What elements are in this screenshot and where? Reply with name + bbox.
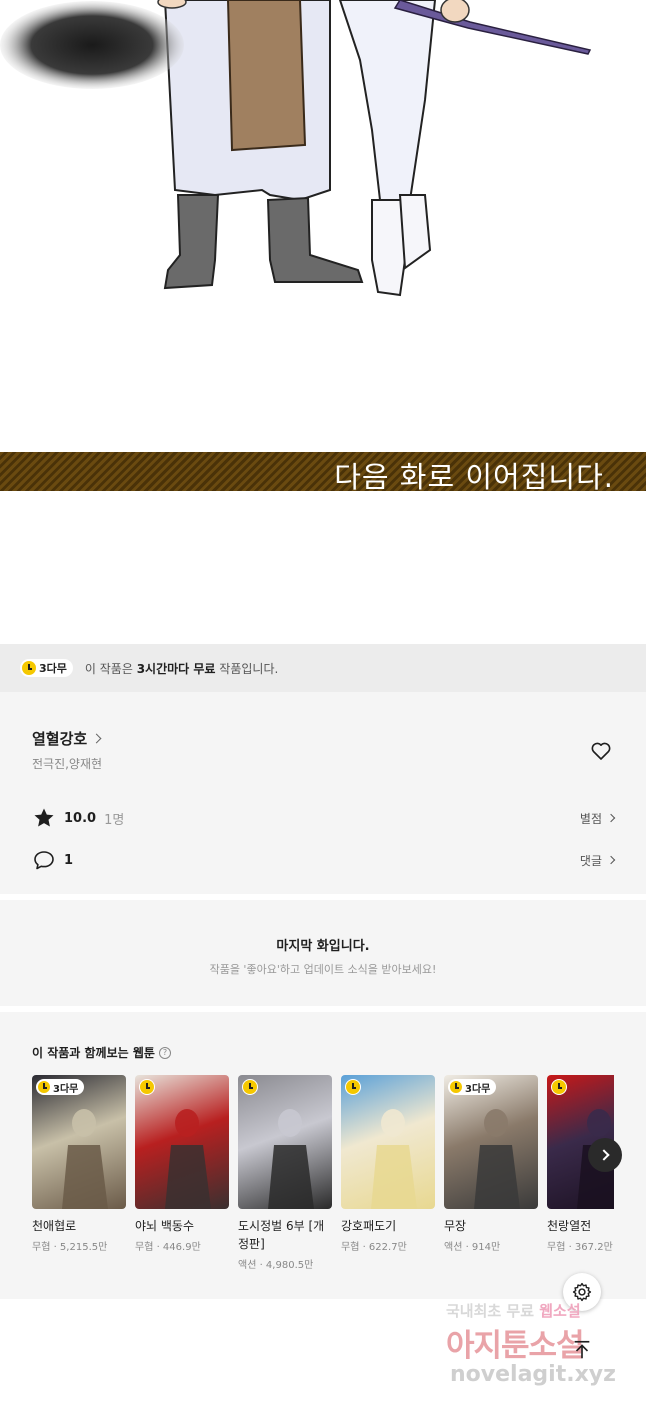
- free-text-bold: 3시간마다 무료: [136, 661, 216, 676]
- last-episode-subtitle: 작품을 '좋아요'하고 업데이트 소식을 받아보세요!: [209, 963, 437, 976]
- free-badge: 3다무: [36, 1079, 85, 1095]
- clock-badge: [139, 1079, 155, 1095]
- recommendation-title: 무장: [444, 1219, 467, 1233]
- comment-row: 1 댓글: [32, 848, 616, 872]
- recommendation-thumbnail: [341, 1075, 435, 1209]
- series-authors: 전극진,양재현: [32, 757, 103, 771]
- clock-icon: [22, 661, 36, 675]
- recommendation-card[interactable]: 3다무천애협로무협 · 5,215.5만: [32, 1075, 126, 1253]
- rating-count: 1명: [104, 812, 125, 828]
- clock-icon: [243, 1080, 257, 1094]
- chevron-right-icon: [606, 855, 616, 865]
- recommendation-card[interactable]: 야뇌 백동수무협 · 446.9만: [135, 1075, 229, 1253]
- recommendation-thumbnail: [238, 1075, 332, 1209]
- comment-count: 1: [64, 852, 74, 868]
- watermark-line1-gray: 국내최초 무료: [446, 1302, 540, 1320]
- thumbnail-figure: [474, 1109, 520, 1209]
- recommendations-heading: 이 작품과 함께보는 웹툰 ?: [32, 1044, 171, 1061]
- end-stamp-brush: [0, 1, 184, 89]
- free-badge: 3다무: [448, 1079, 497, 1095]
- free-text-suffix: 작품입니다.: [215, 661, 279, 676]
- settings-button[interactable]: [563, 1273, 601, 1311]
- recommendation-meta: 액션 · 4,980.5만: [238, 1260, 314, 1271]
- watermark-line2: 아지툰소설: [446, 1328, 585, 1364]
- thumbnail-figure: [62, 1109, 108, 1209]
- chevron-right-icon: [606, 813, 616, 823]
- clock-icon: [140, 1080, 154, 1094]
- clock-icon: [450, 1081, 462, 1093]
- thumbnail-figure: [371, 1109, 417, 1209]
- comic-panel: 마침 다음 화로 이어집니다.: [0, 0, 646, 645]
- gear-icon: [572, 1282, 592, 1302]
- heart-icon[interactable]: [589, 739, 613, 763]
- series-info: 열혈강호 전극진,양재현 10.0 1명 별점 1 댓글: [0, 692, 646, 894]
- recommendation-list: 3다무 천애협로 무협 · 5,215.5만 야뇌 백동수 무협 · 446.9만 도시정…: [32, 1075, 614, 1295]
- free-text: 이 작품은 3시간마다 무료 작품입니다.: [85, 660, 278, 677]
- series-title: 열혈강호: [32, 730, 88, 748]
- recommendation-thumbnail: 3다무: [32, 1075, 126, 1209]
- recommendation-meta: 무협 · 367.2만: [547, 1242, 613, 1253]
- rating-value: 10.0: [64, 810, 97, 826]
- recommendation-title: 천랑열전: [547, 1219, 592, 1233]
- carousel-next-button[interactable]: [588, 1138, 622, 1172]
- chevron-right-icon: [91, 733, 102, 744]
- free-badge-label: 3다무: [39, 662, 67, 675]
- clock-icon: [552, 1080, 566, 1094]
- continue-text: 다음 화로 이어집니다.: [334, 460, 614, 494]
- scroll-top-button[interactable]: [563, 1331, 601, 1369]
- free-info-banner: 3다무 이 작품은 3시간마다 무료 작품입니다.: [0, 644, 646, 692]
- recommendation-title: 천애협로: [32, 1219, 77, 1233]
- end-stamp-label: 마침: [504, 360, 582, 406]
- clock-icon: [38, 1081, 50, 1093]
- last-episode-title: 마지막 화입니다.: [276, 939, 370, 954]
- recommendation-meta: 무협 · 622.7만: [341, 1242, 407, 1253]
- series-title-link[interactable]: 열혈강호: [32, 728, 102, 749]
- clock-badge: [345, 1079, 361, 1095]
- rating-link-label: 별점: [579, 811, 602, 826]
- rating-row: 10.0 1명 별점: [32, 806, 616, 830]
- recommendation-card[interactable]: 3다무무장액션 · 914만: [444, 1075, 538, 1253]
- free-badge-label: 3다무: [465, 1083, 491, 1095]
- free-badge: 3다무: [20, 659, 73, 677]
- continue-banner: 다음 화로 이어집니다.: [0, 452, 646, 494]
- comment-link[interactable]: 댓글: [579, 852, 616, 869]
- thumbnail-figure: [165, 1109, 211, 1209]
- arrow-up-icon: [574, 1340, 590, 1359]
- recommendation-thumbnail: 3다무: [444, 1075, 538, 1209]
- clock-badge: [551, 1079, 567, 1095]
- recommendation-thumbnail: [135, 1075, 229, 1209]
- recommendation-meta: 무협 · 446.9만: [135, 1242, 201, 1253]
- recommendation-card[interactable]: 강호패도기무협 · 622.7만: [341, 1075, 435, 1253]
- recommendation-title: 강호패도기: [341, 1219, 397, 1233]
- recommendations-title: 이 작품과 함께보는 웹툰: [32, 1046, 155, 1060]
- clock-badge: [242, 1079, 258, 1095]
- help-icon[interactable]: ?: [158, 1046, 171, 1059]
- recommendation-title: 야뇌 백동수: [135, 1219, 195, 1233]
- comment-icon: [34, 851, 54, 870]
- rating-link[interactable]: 별점: [579, 810, 616, 827]
- last-episode-notice: 마지막 화입니다. 작품을 '좋아요'하고 업데이트 소식을 받아보세요!: [0, 900, 646, 1006]
- recommendation-card[interactable]: 도시정벌 6부 [개정판] 액션 · 4,980.5만: [238, 1075, 332, 1271]
- free-badge-label: 3다무: [53, 1083, 79, 1095]
- watermark-line1: 국내최초 무료 웹소설: [446, 1300, 581, 1321]
- star-icon: [34, 808, 54, 827]
- recommendation-meta: 무협 · 5,215.5만: [32, 1242, 108, 1253]
- recommendations: 이 작품과 함께보는 웹툰 ? 3다무 천애협로 무협 · 5,215.5만 야뇌 백…: [0, 1012, 646, 1299]
- chevron-right-icon: [597, 1149, 610, 1161]
- free-text-prefix: 이 작품은: [84, 661, 137, 676]
- clock-icon: [346, 1080, 360, 1094]
- thumbnail-figure: [268, 1109, 314, 1209]
- recommendation-title: 도시정벌 6부 [개정판]: [238, 1219, 325, 1251]
- recommendation-meta: 액션 · 914만: [444, 1242, 501, 1253]
- comment-link-label: 댓글: [579, 853, 602, 868]
